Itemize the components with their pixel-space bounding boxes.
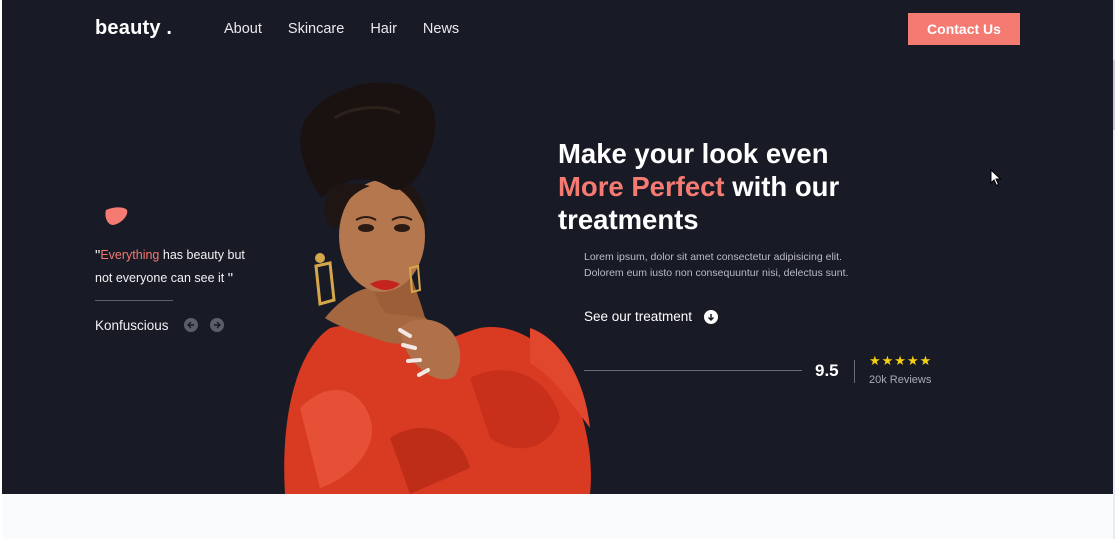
quote-author: Konfuscious bbox=[95, 318, 169, 333]
nav-item-news[interactable]: News bbox=[423, 21, 459, 37]
hero-headline: Make your look even More Perfect with ou… bbox=[558, 137, 918, 236]
testimonial-quote: "Everything has beauty but not everyone … bbox=[95, 244, 265, 290]
nav-item-about[interactable]: About bbox=[224, 21, 262, 37]
rating-divider bbox=[854, 360, 855, 383]
arrow-down-circle-icon bbox=[704, 309, 719, 324]
blob-shape bbox=[105, 207, 128, 225]
mouse-cursor-icon bbox=[990, 169, 1002, 187]
rating-score: 9.5 bbox=[815, 361, 839, 380]
main-nav: About Skincare Hair News bbox=[224, 21, 485, 37]
nav-item-skincare[interactable]: Skincare bbox=[288, 21, 344, 37]
see-treatment-label: See our treatment bbox=[584, 309, 693, 324]
logo[interactable]: beauty . bbox=[95, 17, 172, 40]
contact-us-button[interactable]: Contact Us bbox=[908, 13, 1020, 45]
model-portrait bbox=[284, 82, 591, 494]
hero-description: Lorem ipsum, dolor sit amet consectetur … bbox=[584, 251, 849, 279]
rating-line bbox=[584, 370, 802, 371]
nav-item-hair[interactable]: Hair bbox=[370, 21, 397, 37]
close-quote-mark: " bbox=[227, 270, 234, 287]
headline-accent: More Perfect bbox=[558, 171, 725, 202]
headline-line3: treatments bbox=[558, 204, 699, 235]
next-section bbox=[2, 494, 1113, 539]
arrow-right-icon[interactable] bbox=[210, 318, 224, 332]
see-treatment-link[interactable]: See our treatment bbox=[584, 309, 719, 324]
reviews-count: 20k Reviews bbox=[869, 374, 932, 386]
quote-highlight: Everything bbox=[100, 248, 160, 262]
headline-line1: Make your look even bbox=[558, 138, 829, 169]
hero-section: beauty . About Skincare Hair News Contac… bbox=[2, 0, 1113, 494]
arrow-left-icon[interactable] bbox=[184, 318, 198, 332]
quote-divider bbox=[95, 300, 173, 301]
headline-mid: with our bbox=[724, 171, 840, 202]
star-rating: ★★★★★ bbox=[869, 353, 933, 368]
